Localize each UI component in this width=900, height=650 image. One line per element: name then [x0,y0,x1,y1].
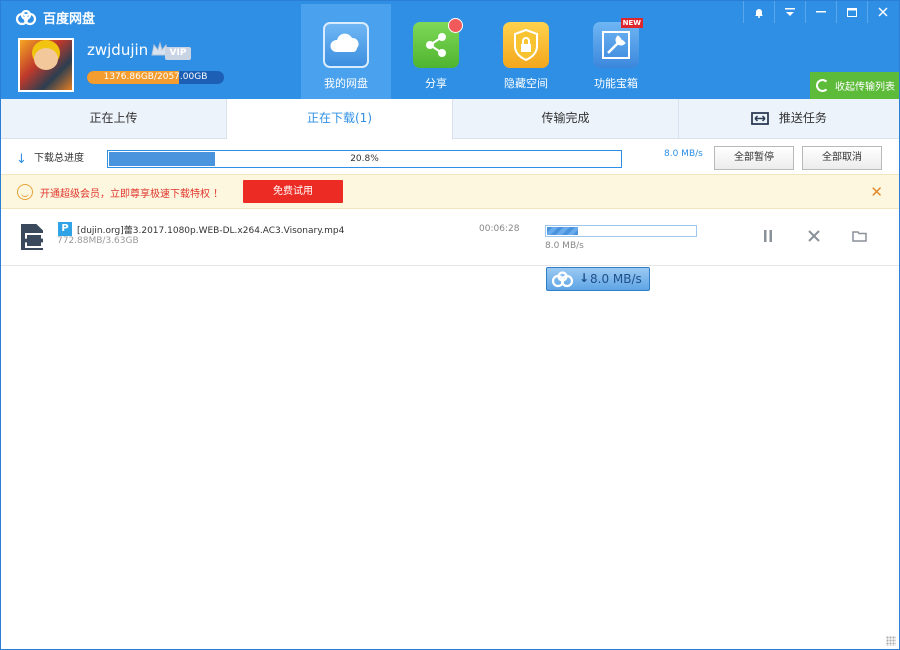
notification-dot [448,18,463,33]
lock-icon [503,22,549,68]
tab-uploading[interactable]: 正在上传 [1,99,227,139]
app-logo: 百度网盘 [15,8,95,27]
vip-promo-banner: 开通超级会员，立即尊享极速下载特权 ！ 免费试用 ✕ [1,174,899,209]
nav-label: 分享 [425,77,447,90]
download-arrow-icon: ↓ [16,152,27,167]
baidu-cloud-icon [551,271,574,288]
tab-push-tasks[interactable]: 推送任务 [679,99,899,139]
new-badge: NEW [620,18,643,28]
menu-icon[interactable] [774,1,805,23]
username: zwjdujin [87,41,149,59]
nav-share[interactable]: 分享 [391,4,481,99]
app-title: 百度网盘 [43,12,96,27]
nav-label: 功能宝箱 [594,77,638,90]
speed-badge-text: 8.0 MB/s [590,272,642,286]
collapse-transfer-list-button[interactable]: 收起传输列表 [810,72,899,99]
total-progress-label: 下载总进度 [34,153,84,164]
baidu-cloud-logo-icon [15,9,37,25]
tab-completed[interactable]: 传输完成 [453,99,679,139]
tab-label: 推送任务 [778,111,827,125]
nav-my-disk[interactable]: 我的网盘 [301,4,391,99]
app-window: 百度网盘 zwjdujin VIP 1376.86GB/2057.00GB 我的… [0,0,900,650]
storage-quota-bar: 1376.86GB/2057.00GB [87,71,224,84]
nav-hidden-space[interactable]: 隐藏空间 [481,4,571,99]
close-promo-icon[interactable]: ✕ [870,183,883,201]
cloud-icon [323,22,369,68]
minimize-icon[interactable] [805,1,836,23]
file-progress-fill [547,227,578,235]
header: 百度网盘 zwjdujin VIP 1376.86GB/2057.00GB 我的… [1,1,899,99]
nav-label: 隐藏空间 [504,77,548,90]
file-progress-bar [545,225,697,237]
close-icon[interactable] [867,1,898,23]
maximize-icon[interactable] [836,1,867,23]
total-progress-percent: 20.8% [350,154,379,164]
toolbox-icon: NEW [593,18,643,68]
p-badge-icon: P [58,222,72,236]
video-file-icon [21,224,43,250]
push-screen-icon [751,111,769,125]
vip-label: VIP [165,47,191,60]
smile-icon [17,184,33,200]
main-nav: 我的网盘 分享 隐藏空间 NEW 功能宝箱 [301,4,661,99]
notification-bell-icon[interactable] [743,1,774,23]
download-row[interactable]: P [dujin.org]蕾3.2017.1080p.WEB-DL.x264.A… [1,210,899,266]
pause-icon[interactable] [760,230,776,246]
file-name: [dujin.org]蕾3.2017.1080p.WEB-DL.x264.AC3… [77,226,345,236]
share-icon [413,18,463,68]
avatar[interactable] [18,38,74,92]
tab-downloading[interactable]: 正在下载(1) [227,99,453,140]
download-arrow-icon: ↓ [579,271,590,285]
storage-quota-text: 1376.86GB/2057.00GB [103,72,208,82]
cancel-all-button[interactable]: 全部取消 [802,146,882,170]
nav-label: 我的网盘 [324,77,368,90]
refresh-icon [816,79,829,92]
vip-badge[interactable]: VIP [151,41,191,63]
total-progress-bar: 20.8% [107,150,622,168]
speed-badge[interactable]: ↓ 8.0 MB/s [546,267,650,291]
transfer-tabs: 正在上传 正在下载(1) 传输完成 推送任务 [1,99,899,140]
window-controls [743,1,898,23]
time-remaining: 00:06:28 [479,224,520,234]
total-speed: 8.0 MB/s [664,149,703,159]
resize-grip-icon[interactable] [886,636,896,646]
folder-icon[interactable] [851,230,867,246]
file-speed: 8.0 MB/s [545,241,584,251]
pause-all-button[interactable]: 全部暂停 [714,146,794,170]
nav-toolbox[interactable]: NEW 功能宝箱 [571,4,661,99]
free-trial-button[interactable]: 免费试用 [243,180,343,203]
collapse-label: 收起传输列表 [835,82,895,93]
promo-text: 开通超级会员，立即尊享极速下载特权 ！ [40,189,224,200]
total-progress-row: ↓ 下载总进度 20.8% 8.0 MB/s 全部暂停 全部取消 [1,140,899,174]
file-size: 772.88MB/3.63GB [57,236,139,246]
cancel-icon[interactable] [806,230,822,246]
